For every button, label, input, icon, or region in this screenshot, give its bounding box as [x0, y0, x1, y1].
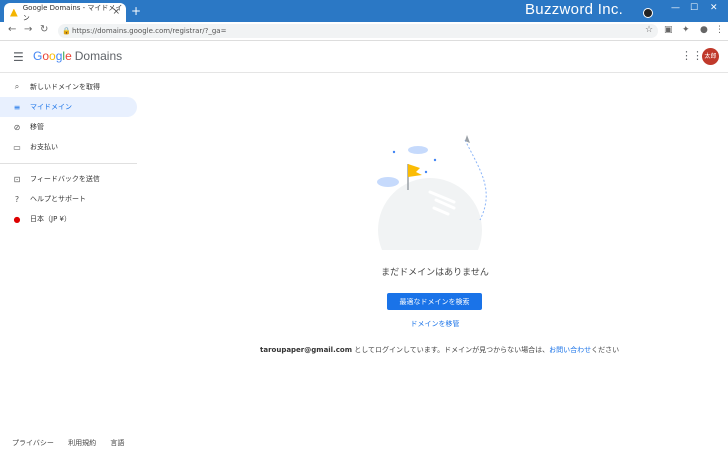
new-tab-button[interactable]: + [131, 4, 141, 18]
minimize-icon[interactable]: — [671, 3, 680, 13]
browser-tab[interactable]: Google Domains - マイドメイン × [4, 3, 126, 22]
login-email: taroupaper@gmail.com [260, 346, 352, 354]
sidebar-item-label: ヘルプとサポート [30, 195, 86, 203]
close-window-icon[interactable]: ✕ [710, 3, 718, 13]
watermark: Buzzword Inc. [525, 1, 624, 18]
account-icon[interactable]: ● [700, 25, 708, 35]
sidebar-divider [0, 163, 137, 164]
menu-icon[interactable]: ⋮ [715, 25, 724, 35]
sidebar: ⌕ 新しいドメインを取得 ≡ マイドメイン ⊘ 移管 ▭ お支払い ⊡ フィード… [0, 73, 137, 460]
empty-state-illustration [377, 135, 487, 250]
transfer-domain-link[interactable]: ドメインを移管 [385, 319, 485, 329]
search-icon: ⌕ [14, 82, 20, 91]
avatar[interactable]: 太郎 [702, 48, 719, 65]
reload-icon[interactable]: ↻ [40, 24, 48, 35]
login-note: taroupaper@gmail.com としてログインしています。ドメインが見… [260, 345, 619, 355]
sidebar-item-my-domains[interactable]: ≡ マイドメイン [0, 97, 137, 117]
forward-icon[interactable]: → [24, 24, 32, 35]
browser-titlebar: Google Domains - マイドメイン × + Buzzword Inc… [0, 0, 728, 22]
sidebar-item-region[interactable]: ● 日本（JP ¥） [0, 209, 137, 229]
maximize-icon[interactable]: ☐ [690, 3, 698, 13]
extension-icon[interactable]: ▣ [664, 25, 673, 35]
sidebar-item-label: マイドメイン [30, 103, 72, 111]
tab-title: Google Domains - マイドメイン [22, 3, 123, 22]
favicon-icon [10, 8, 18, 17]
login-note-text: としてログインしています。ドメインが見つからない場合は、 [352, 346, 550, 354]
google-domains-logo[interactable]: Google Domains [33, 49, 122, 63]
footer-links: プライバシー 利用規約 言語 [12, 438, 136, 448]
empty-state-message: まだドメインはありません [381, 268, 489, 278]
puzzle-icon[interactable]: ✦ [682, 25, 690, 35]
sidebar-item-label: 新しいドメインを取得 [30, 83, 100, 91]
help-icon: ? [14, 194, 20, 204]
contact-link[interactable]: お問い合わせ [549, 346, 591, 354]
list-icon: ≡ [13, 102, 21, 112]
sidebar-item-get-domain[interactable]: ⌕ 新しいドメインを取得 [0, 77, 137, 97]
close-tab-icon[interactable]: × [112, 7, 120, 17]
feedback-icon: ⊡ [13, 174, 21, 184]
sidebar-item-label: 移管 [30, 123, 44, 131]
address-bar-row: ← → ↻ 🔒 https://domains.google.com/regis… [0, 22, 728, 41]
flag-icon: ● [13, 214, 21, 224]
sidebar-item-label: 日本（JP ¥） [30, 215, 71, 223]
lock-icon: 🔒 [62, 27, 71, 35]
hamburger-menu-icon[interactable]: ☰ [13, 50, 24, 64]
star-icon[interactable]: ☆ [645, 25, 653, 35]
app-header: ☰ Google Domains ⋮⋮⋮ 太郎 [0, 41, 728, 73]
card-icon: ▭ [13, 142, 21, 152]
footer-privacy-link[interactable]: プライバシー [12, 439, 54, 447]
url-field[interactable]: 🔒 https://domains.google.com/registrar/?… [58, 24, 658, 38]
sidebar-item-help[interactable]: ? ヘルプとサポート [0, 189, 137, 209]
profile-icon[interactable] [643, 8, 653, 18]
sidebar-item-label: お支払い [30, 143, 58, 151]
sidebar-item-label: フィードバックを送信 [30, 175, 100, 183]
url-text: https://domains.google.com/registrar/?_g… [72, 27, 227, 35]
transfer-icon: ⊘ [13, 122, 21, 132]
sidebar-item-transfer[interactable]: ⊘ 移管 [0, 117, 137, 137]
sidebar-item-billing[interactable]: ▭ お支払い [0, 137, 137, 157]
footer-terms-link[interactable]: 利用規約 [68, 439, 96, 447]
footer-language-link[interactable]: 言語 [110, 439, 124, 447]
back-icon[interactable]: ← [8, 24, 16, 35]
login-note-end: ください [591, 346, 620, 354]
sidebar-item-feedback[interactable]: ⊡ フィードバックを送信 [0, 169, 137, 189]
find-domain-button[interactable]: 最適なドメインを検索 [387, 293, 482, 310]
